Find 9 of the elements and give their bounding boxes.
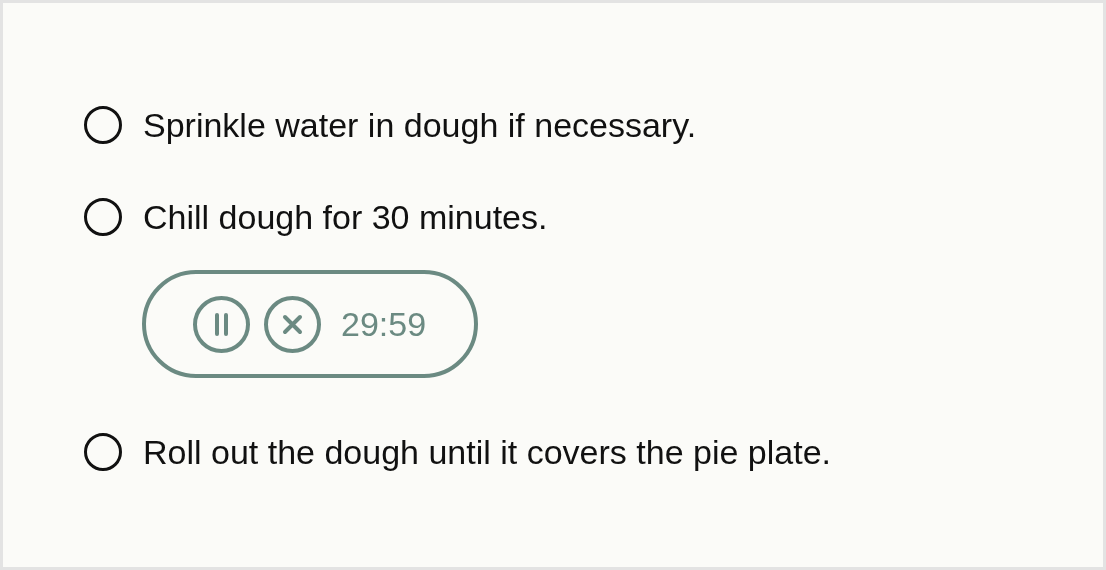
cancel-button[interactable] [264,295,321,353]
step-text: Roll out the dough until it covers the pie plate. [143,432,831,472]
step-checkbox[interactable] [84,433,122,471]
step-text: Chill dough for 30 minutes. [143,197,548,237]
step-checkbox[interactable] [84,106,122,144]
timer-countdown: 29:59 [341,304,427,344]
step-checkbox[interactable] [84,198,122,236]
step-text: Sprinkle water in dough if necessary. [143,105,697,145]
pause-button[interactable] [193,295,250,353]
